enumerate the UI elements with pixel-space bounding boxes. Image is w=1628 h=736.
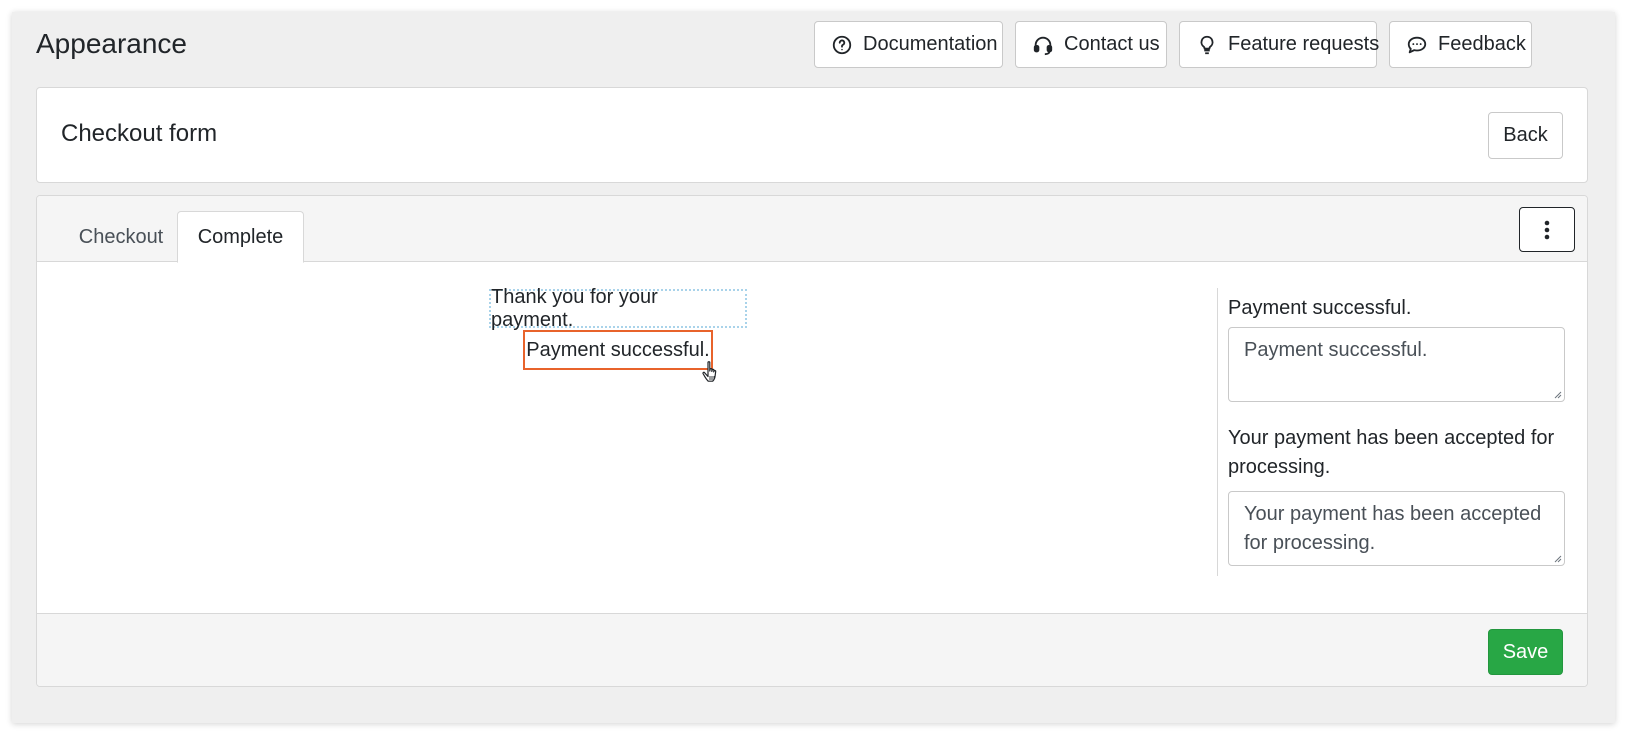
contact-us-label: Contact us xyxy=(1064,33,1160,55)
feature-requests-button[interactable]: Feature requests xyxy=(1179,21,1380,68)
back-button[interactable]: Back xyxy=(1488,112,1563,159)
feature-requests-label: Feature requests xyxy=(1228,33,1380,55)
documentation-label: Documentation xyxy=(863,33,998,55)
lightbulb-icon xyxy=(1200,35,1214,54)
save-button[interactable]: Save xyxy=(1488,629,1563,675)
tab-checkout[interactable]: Checkout xyxy=(51,211,191,263)
preview-thanks-text[interactable]: Thank you for your payment. xyxy=(489,286,747,331)
documentation-button[interactable]: Documentation xyxy=(814,21,1003,68)
success-message-textarea[interactable]: Your payment has been accepted for proce… xyxy=(1228,491,1565,566)
success-title-textarea[interactable]: Payment successful. xyxy=(1228,327,1565,402)
editor-footer: Save xyxy=(37,613,1587,686)
vertical-ellipsis-icon xyxy=(1544,220,1550,239)
chat-bubble-icon xyxy=(1407,36,1427,53)
headset-icon xyxy=(1033,36,1053,55)
success-title-label: Payment successful. xyxy=(1228,297,1412,319)
preview-success-text[interactable]: Payment successful. xyxy=(523,330,713,370)
success-message-label: Your payment has been accepted for proce… xyxy=(1228,427,1555,478)
resize-grip-icon[interactable] xyxy=(1552,389,1562,399)
more-options-button[interactable] xyxy=(1519,207,1575,252)
contact-us-button[interactable]: Contact us xyxy=(1015,21,1167,68)
form-title: Checkout form xyxy=(61,120,218,147)
form-editor: Checkout Complete Thank you for your pay… xyxy=(36,195,1588,687)
success-title-value: Payment successful. xyxy=(1244,339,1428,361)
app-window: Appearance Documentation Contact us Feat… xyxy=(12,12,1615,723)
question-circle-icon xyxy=(832,35,852,54)
page-title: Appearance xyxy=(36,28,188,59)
feedback-label: Feedback xyxy=(1438,33,1526,55)
sidebar-divider xyxy=(1217,288,1218,576)
form-title-card: Checkout form Back xyxy=(36,87,1588,183)
tab-complete[interactable]: Complete xyxy=(177,211,304,263)
tab-bar: Checkout Complete xyxy=(37,196,1587,263)
hand-pointer-cursor-icon xyxy=(702,361,717,382)
success-message-value: Your payment has been accepted for proce… xyxy=(1244,503,1542,554)
feedback-button[interactable]: Feedback xyxy=(1389,21,1532,68)
resize-grip-icon[interactable] xyxy=(1552,553,1562,563)
